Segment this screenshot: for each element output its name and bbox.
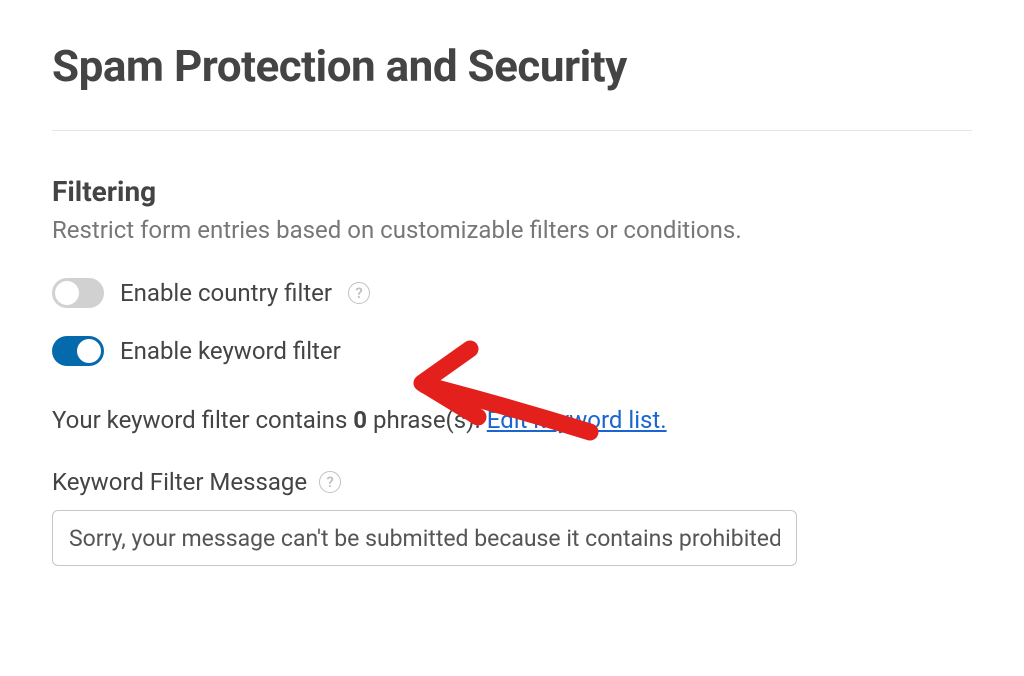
- keyword-message-label-row: Keyword Filter Message ?: [52, 468, 972, 496]
- keyword-filter-row: Enable keyword filter: [52, 336, 972, 366]
- section-divider: [52, 130, 972, 131]
- keyword-message-label: Keyword Filter Message: [52, 468, 307, 496]
- keyword-filter-toggle[interactable]: [52, 336, 104, 366]
- country-filter-toggle[interactable]: [52, 278, 104, 308]
- keyword-filter-info: Your keyword filter contains 0 phrase(s)…: [52, 406, 972, 434]
- keyword-filter-label: Enable keyword filter: [120, 337, 341, 365]
- keyword-filter-message-input[interactable]: [52, 510, 797, 566]
- filtering-description: Restrict form entries based on customiza…: [52, 216, 972, 244]
- help-icon[interactable]: ?: [348, 282, 370, 304]
- edit-keyword-list-link[interactable]: Edit keyword list.: [487, 406, 667, 434]
- toggle-knob: [55, 281, 79, 305]
- info-suffix: phrase(s).: [367, 406, 487, 434]
- page-title: Spam Protection and Security: [52, 40, 972, 92]
- filtering-section: Filtering Restrict form entries based on…: [52, 175, 972, 566]
- country-filter-row: Enable country filter ?: [52, 278, 972, 308]
- phrase-count: 0: [353, 406, 367, 434]
- filtering-title: Filtering: [52, 175, 972, 208]
- info-prefix: Your keyword filter contains: [52, 406, 353, 434]
- country-filter-label: Enable country filter: [120, 279, 332, 307]
- toggle-knob: [77, 339, 101, 363]
- help-icon[interactable]: ?: [319, 471, 341, 493]
